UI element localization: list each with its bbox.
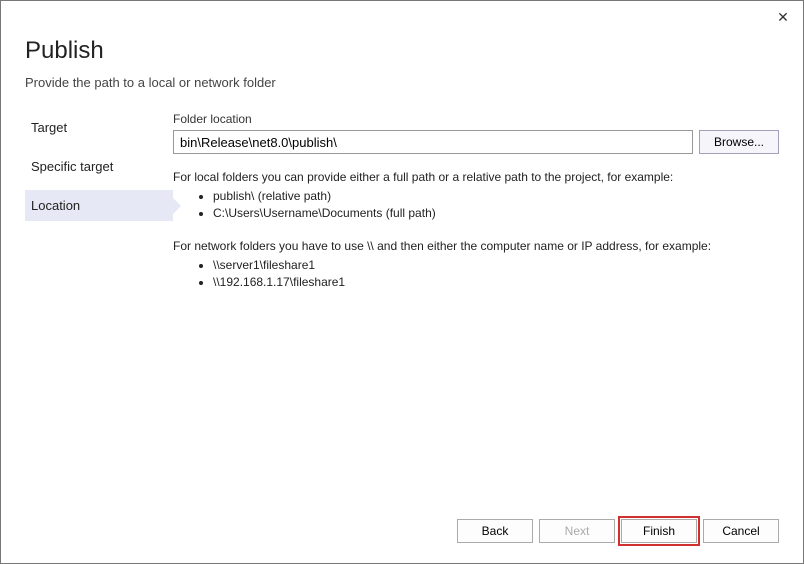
- sidebar-item-location[interactable]: Location: [25, 190, 173, 221]
- sidebar-item-label: Location: [31, 198, 80, 213]
- help-network-example: \\192.168.1.17\fileshare1: [213, 274, 779, 291]
- sidebar-item-target[interactable]: Target: [25, 112, 173, 143]
- wizard-footer: Back Next Finish Cancel: [457, 519, 779, 543]
- page-subtitle: Provide the path to a local or network f…: [25, 75, 779, 90]
- help-network-intro: For network folders you have to use \\ a…: [173, 237, 779, 255]
- cancel-button[interactable]: Cancel: [703, 519, 779, 543]
- browse-button[interactable]: Browse...: [699, 130, 779, 154]
- sidebar-item-label: Target: [31, 120, 67, 135]
- sidebar-item-specific-target[interactable]: Specific target: [25, 151, 173, 182]
- sidebar-item-label: Specific target: [31, 159, 113, 174]
- help-local-example: publish\ (relative path): [213, 188, 779, 205]
- help-text: For local folders you can provide either…: [173, 168, 779, 292]
- close-icon[interactable]: ✕: [773, 7, 793, 27]
- help-network-example: \\server1\fileshare1: [213, 257, 779, 274]
- help-local-example: C:\Users\Username\Documents (full path): [213, 205, 779, 222]
- back-button[interactable]: Back: [457, 519, 533, 543]
- next-button: Next: [539, 519, 615, 543]
- help-local-intro: For local folders you can provide either…: [173, 168, 779, 186]
- wizard-sidebar: Target Specific target Location: [25, 112, 173, 306]
- folder-location-label: Folder location: [173, 112, 779, 126]
- finish-button[interactable]: Finish: [621, 519, 697, 543]
- page-title: Publish: [25, 37, 779, 65]
- folder-location-input[interactable]: [173, 130, 693, 154]
